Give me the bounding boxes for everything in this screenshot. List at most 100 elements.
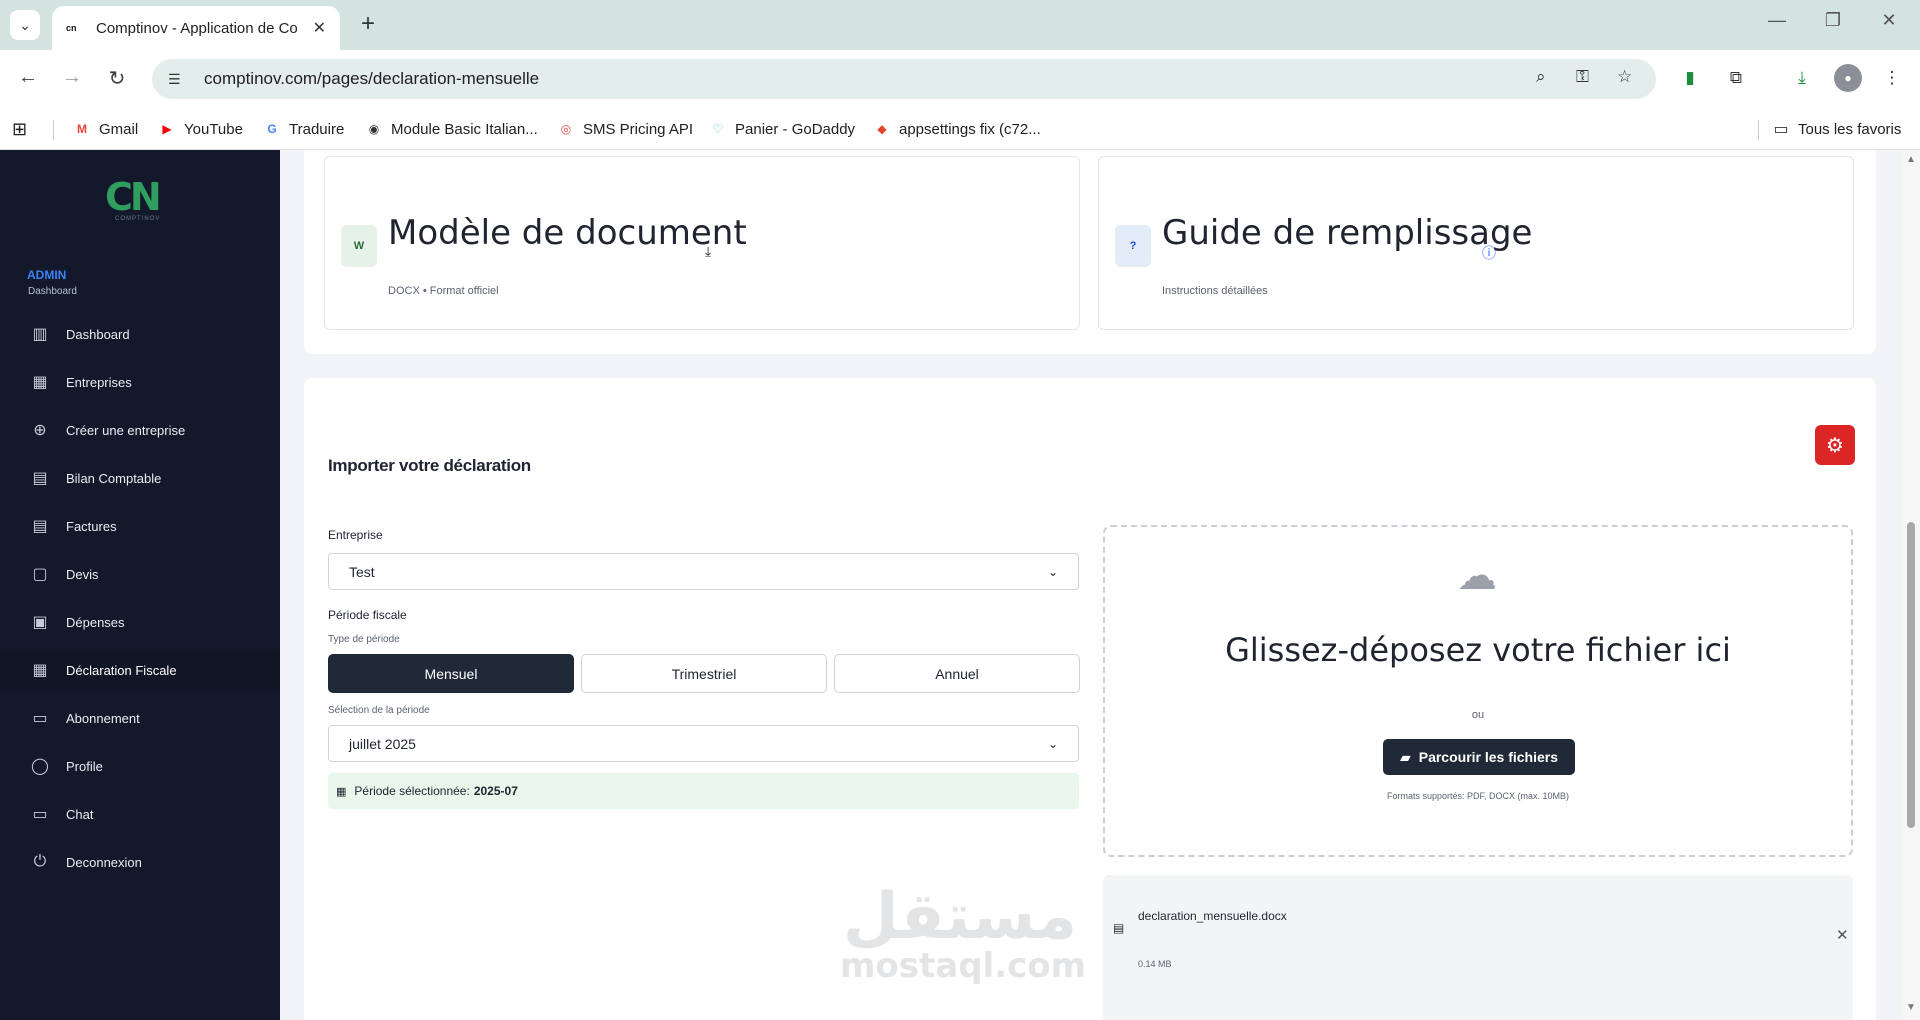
- downloads-icon[interactable]: ⤓: [1788, 64, 1816, 92]
- browser-tab-bar: ⌄ cn Comptinov - Application de Co ✕ + —…: [0, 0, 1920, 50]
- sidebar-item-label: Factures: [66, 518, 117, 534]
- extension-sheets-icon[interactable]: ▮: [1676, 64, 1704, 92]
- bookmarks-separator: [53, 120, 54, 140]
- power-icon: ⏻: [33, 853, 47, 870]
- sidebar-item-label: Dashboard: [66, 326, 130, 342]
- period-label: Période fiscale: [328, 608, 407, 622]
- scrollbar-thumb[interactable]: [1907, 522, 1915, 828]
- uploaded-file-name: declaration_mensuelle.docx: [1138, 909, 1287, 923]
- sidebar-item-label: Déclaration Fiscale: [66, 662, 177, 678]
- minimize-icon[interactable]: —: [1762, 10, 1792, 31]
- chevron-down-icon: ⌄: [1047, 564, 1058, 579]
- plus-circle-icon: ⊕: [33, 422, 47, 439]
- period-select-label: Sélection de la période: [328, 705, 430, 716]
- period-type-mensuel[interactable]: Mensuel: [328, 654, 574, 693]
- bookmark-star-icon[interactable]: ☆: [1617, 67, 1632, 87]
- app-logo[interactable]: CN COMPTINOV: [105, 178, 175, 224]
- chevron-down-icon: ⌄: [1047, 736, 1058, 751]
- selected-period-banner: ▦ Période sélectionnée: 2025-07: [328, 773, 1079, 809]
- sidebar-item-chat[interactable]: ▭ Chat: [0, 793, 280, 835]
- forward-icon[interactable]: →: [58, 66, 86, 89]
- target-icon: ◎: [560, 122, 572, 136]
- sidebar-item-entreprises[interactable]: ▦ Entreprises: [0, 361, 280, 403]
- bookmark-youtube[interactable]: ▶ YouTube: [158, 116, 243, 142]
- sidebar-item-dashboard[interactable]: ▥ Dashboard: [0, 313, 280, 355]
- selected-period-value: 2025-07: [473, 784, 518, 798]
- bookmark-module-basic-italian[interactable]: ◉ Module Basic Italian...: [365, 116, 538, 142]
- address-bar[interactable]: ☰ comptinov.com/pages/declaration-mensue…: [152, 59, 1656, 99]
- profile-avatar[interactable]: ●: [1834, 64, 1862, 92]
- role-sublabel: Dashboard: [28, 286, 77, 297]
- folder-icon: ▭: [1773, 121, 1789, 138]
- globe-icon: ◉: [368, 122, 380, 136]
- period-type-trimestriel[interactable]: Trimestriel: [581, 654, 827, 693]
- page-scrollbar[interactable]: ▲ ▼: [1902, 150, 1920, 1020]
- bookmark-label: SMS Pricing API: [583, 120, 694, 138]
- sidebar-item-deconnexion[interactable]: ⏻ Deconnexion: [0, 841, 280, 883]
- user-icon: ◯: [31, 758, 49, 775]
- reload-icon[interactable]: ↻: [103, 66, 131, 91]
- sidebar-item-label: Créer une entreprise: [66, 422, 186, 438]
- info-icon[interactable]: ⓘ: [1482, 243, 1496, 263]
- all-bookmarks-label: Tous les favoris: [1798, 120, 1902, 138]
- restore-icon[interactable]: ❐: [1818, 10, 1848, 31]
- tab-favicon: cn: [66, 23, 77, 33]
- bookmark-label: Traduire: [289, 120, 345, 138]
- bookmark-label: YouTube: [184, 120, 243, 138]
- guide-title: Guide de remplissage: [1162, 213, 1533, 253]
- godaddy-icon: ♡: [712, 122, 724, 136]
- password-key-icon[interactable]: ⚿: [1576, 67, 1589, 87]
- company-label: Entreprise: [328, 528, 383, 542]
- bookmark-sms-pricing-api[interactable]: ◎ SMS Pricing API: [557, 116, 693, 142]
- sidebar-item-declaration-fiscale[interactable]: ▦ Déclaration Fiscale: [0, 649, 280, 691]
- bookmark-label: Panier - GoDaddy: [735, 120, 856, 138]
- tab-search-button[interactable]: ⌄: [10, 10, 40, 40]
- download-icon[interactable]: ⤓: [705, 243, 711, 260]
- browse-files-button[interactable]: ▰ Parcourir les fichiers: [1383, 739, 1575, 775]
- bookmark-appsettings-fix-c72[interactable]: ◆ appsettings fix (c72...: [873, 116, 1040, 142]
- site-settings-icon[interactable]: ☰: [168, 71, 188, 88]
- tab-close-icon[interactable]: ✕: [313, 18, 326, 38]
- scroll-down-icon[interactable]: ▼: [1906, 1002, 1916, 1013]
- all-bookmarks-folder[interactable]: ▭ Tous les favoris: [1772, 116, 1901, 142]
- sidebar-item-depenses[interactable]: ▣ Dépenses: [0, 601, 280, 643]
- close-window-icon[interactable]: ✕: [1874, 10, 1904, 31]
- youtube-icon: ▶: [162, 122, 172, 136]
- zoom-icon[interactable]: ⌕: [1536, 67, 1546, 87]
- sidebar-item-devis[interactable]: ▢ Devis: [0, 553, 280, 595]
- bookmark-label: Gmail: [99, 120, 139, 138]
- sidebar-item-profile[interactable]: ◯ Profile: [0, 745, 280, 787]
- period-select[interactable]: juillet 2025 ⌄: [328, 725, 1079, 762]
- browser-tab-active[interactable]: cn Comptinov - Application de Co ✕: [52, 6, 340, 50]
- dropzone-or: ou: [1471, 709, 1485, 721]
- extensions-puzzle-icon[interactable]: ⧉: [1722, 64, 1750, 92]
- sidebar-item-creer-une-entreprise[interactable]: ⊕ Créer une entreprise: [0, 409, 280, 451]
- sidebar-item-factures[interactable]: ▤ Factures: [0, 505, 280, 547]
- apps-grid-icon[interactable]: ⊞: [12, 116, 27, 142]
- sidebar-item-bilan-comptable[interactable]: ▤ Bilan Comptable: [0, 457, 280, 499]
- resources-panel: W Modèle de document ⤓ DOCX • Format off…: [304, 150, 1876, 354]
- bookmark-gmail[interactable]: M Gmail: [73, 116, 138, 142]
- word-document-icon: W: [341, 225, 377, 267]
- import-title: Importer votre déclaration: [328, 456, 531, 475]
- remove-file-icon[interactable]: ✕: [1836, 926, 1849, 944]
- period-type-annuel[interactable]: Annuel: [834, 654, 1080, 693]
- uploaded-file-size: 0.14 MB: [1138, 959, 1172, 969]
- sidebar-item-abonnement[interactable]: ▭ Abonnement: [0, 697, 280, 739]
- browse-files-label: Parcourir les fichiers: [1418, 749, 1559, 765]
- scroll-up-icon[interactable]: ▲: [1906, 154, 1916, 165]
- sidebar-item-label: Profile: [66, 758, 103, 774]
- file-dropzone[interactable]: ☁ Glissez-déposez votre fichier ici ou ▰…: [1103, 525, 1853, 857]
- browser-menu-icon[interactable]: ⋮: [1878, 64, 1906, 92]
- period-type-label: Type de période: [328, 634, 400, 645]
- settings-button[interactable]: ⚙: [1815, 425, 1855, 465]
- bookmark-panier-godaddy[interactable]: ♡ Panier - GoDaddy: [709, 116, 855, 142]
- logo-subtext: COMPTINOV: [115, 216, 161, 222]
- url-text: comptinov.com/pages/declaration-mensuell…: [204, 69, 540, 88]
- file-icon: ▢: [32, 566, 48, 583]
- new-tab-button[interactable]: +: [353, 10, 383, 40]
- company-select[interactable]: Test ⌄: [328, 553, 1079, 590]
- folder-open-icon: ▰: [1399, 748, 1411, 765]
- bookmark-traduire[interactable]: G Traduire: [263, 116, 344, 142]
- back-icon[interactable]: ←: [14, 66, 42, 89]
